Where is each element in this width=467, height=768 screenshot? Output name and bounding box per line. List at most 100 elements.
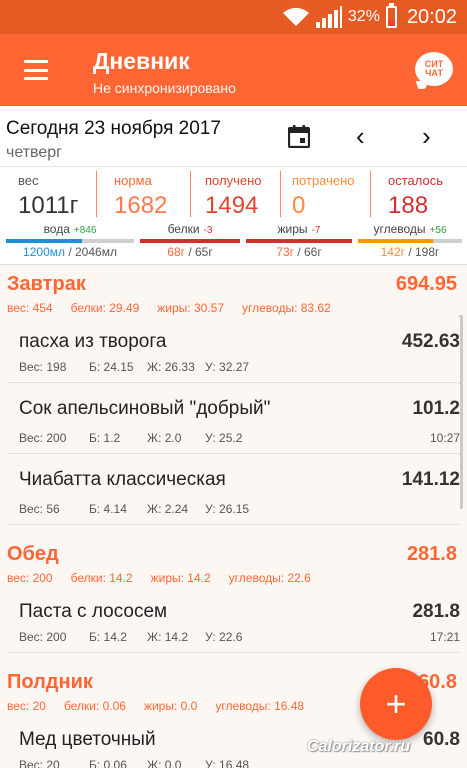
- food-name: Сок апельсиновый "добрый": [19, 398, 271, 419]
- food-name: пасха из творога: [19, 331, 167, 352]
- macros-summary: вода +846 1200мл / 2046мл белки -3 68г / 6…: [0, 222, 467, 264]
- food-protein: Б: 1.2: [89, 431, 121, 445]
- food-meta: Вес: 200 Б: 1.2 Ж: 2.0 У: 25.2: [19, 431, 242, 445]
- menu-icon[interactable]: [24, 60, 48, 80]
- meal-kcal: 694.95: [395, 273, 457, 295]
- food-weight: Вес: 200: [19, 630, 67, 644]
- divider: [96, 171, 97, 217]
- current-date[interactable]: Сегодня 23 ноября 2017: [6, 118, 221, 140]
- meal-protein: белки: 0.06: [63, 699, 126, 713]
- food-carbs: У: 26.15: [205, 502, 250, 516]
- wifi-icon: [282, 7, 309, 26]
- status-bar: 32% 20:02: [0, 0, 467, 34]
- calendar-icon[interactable]: [288, 124, 310, 148]
- meal-header-lunch[interactable]: Обед 281.8 вес: 200 белки: 14.2 жиры: 14.2…: [0, 535, 467, 585]
- food-item[interactable]: Сок апельсиновый "добрый" 101.2 Вес: 200…: [7, 384, 460, 454]
- macro-water-norm: / 2046мл: [65, 245, 117, 259]
- macro-water-label: вода: [43, 222, 70, 236]
- macro-fat[interactable]: жиры -7 73г / 66г: [246, 222, 352, 264]
- food-time: 10:27: [429, 431, 460, 445]
- meal-fat: жиры: 0.0: [143, 699, 198, 713]
- stat-weight: вес 1011г: [18, 173, 98, 225]
- date-selector: Сегодня 23 ноября 2017 четверг ‹ ›: [0, 106, 467, 166]
- stat-left: осталось 188: [388, 173, 467, 225]
- food-meta: Вес: 56 Б: 4.14 Ж: 2.24 У: 26.15: [19, 502, 249, 516]
- food-fat: Ж: 0.0: [147, 758, 182, 768]
- sync-status: Не синхронизировано: [93, 80, 236, 96]
- macro-fat-delta: -7: [311, 225, 321, 236]
- carbs-progress-bar: [358, 239, 462, 243]
- food-kcal: 281.8: [412, 601, 460, 622]
- food-fat: Ж: 2.24: [147, 502, 189, 516]
- prev-day-button[interactable]: ‹: [356, 123, 365, 149]
- meal-weight: вес: 20: [7, 699, 46, 713]
- meal-weight: вес: 454: [7, 301, 53, 315]
- chat-icon[interactable]: СИТ ЧАТ: [415, 52, 453, 86]
- meal-name: Полдник: [7, 671, 93, 693]
- meal-summary: вес: 200 белки: 14.2 жиры: 14.2 углеводы: 2…: [7, 571, 329, 585]
- meal-protein: белки: 14.2: [70, 571, 133, 585]
- food-time: 17:21: [429, 630, 460, 644]
- macro-protein-label: белки: [167, 222, 200, 236]
- food-meta: Вес: 200 Б: 14.2 Ж: 14.2 У: 22.6: [19, 630, 242, 644]
- macro-carbs[interactable]: углеводы +56 142г / 198г: [358, 222, 462, 264]
- food-meta: Вес: 198 Б: 24.15 Ж: 26.33 У: 32.27: [19, 360, 249, 374]
- food-item[interactable]: пасха из творога 452.63 Вес: 198 Б: 24.15…: [7, 317, 460, 383]
- food-weight: Вес: 200: [19, 431, 67, 445]
- food-item[interactable]: Чиабатта классическая 141.12 Вес: 56 Б: 4…: [7, 455, 460, 525]
- clock: 20:02: [406, 5, 457, 28]
- meal-protein: белки: 29.49: [70, 301, 140, 315]
- meal-carbs: углеводы: 22.6: [228, 571, 311, 585]
- stat-spent: потрачено 0: [292, 173, 372, 225]
- next-day-button[interactable]: ›: [422, 123, 431, 149]
- food-weight: Вес: 20: [19, 758, 60, 768]
- page-title: Дневник: [93, 48, 190, 74]
- food-name: Паста с лососем: [19, 601, 168, 622]
- divider: [190, 171, 191, 217]
- macro-protein-delta: -3: [203, 225, 213, 236]
- stat-weight-label: вес: [18, 173, 39, 188]
- stat-norm-value: 1682: [114, 192, 168, 219]
- signal-icon: [315, 6, 342, 28]
- food-protein: Б: 14.2: [89, 630, 127, 644]
- stat-spent-value: 0: [292, 192, 306, 219]
- food-carbs: У: 25.2: [205, 431, 243, 445]
- food-weight: Вес: 56: [19, 502, 60, 516]
- food-protein: Б: 0.06: [89, 758, 127, 768]
- stat-received: получено 1494: [205, 173, 290, 225]
- macro-water-value: 1200мл: [23, 245, 65, 259]
- divider: [370, 171, 371, 217]
- water-progress-bar: [6, 239, 134, 243]
- battery-icon: [385, 3, 397, 28]
- food-name: Мед цветочный: [19, 729, 156, 750]
- meal-name: Обед: [7, 543, 59, 565]
- macro-carbs-label: углеводы: [373, 222, 426, 236]
- food-fat: Ж: 26.33: [147, 360, 195, 374]
- macro-protein[interactable]: белки -3 68г / 65г: [140, 222, 240, 264]
- food-fat: Ж: 14.2: [147, 630, 189, 644]
- meal-carbs: углеводы: 16.48: [215, 699, 305, 713]
- meal-weight: вес: 200: [7, 571, 53, 585]
- add-food-button[interactable]: +: [360, 668, 432, 740]
- stat-left-label: осталось: [388, 173, 444, 188]
- food-kcal: 141.12: [401, 469, 460, 490]
- macro-water[interactable]: вода +846 1200мл / 2046мл: [6, 222, 134, 264]
- divider: [280, 171, 281, 217]
- battery-percent: 32%: [347, 8, 380, 25]
- macro-water-delta: +846: [73, 225, 97, 236]
- stat-received-value: 1494: [205, 192, 259, 219]
- food-kcal: 452.63: [401, 331, 460, 352]
- meal-summary: вес: 454 белки: 29.49 жиры: 30.57 углеводы:…: [7, 301, 349, 315]
- chat-icon-line2: ЧАТ: [425, 68, 443, 78]
- macro-fat-value: 73г: [276, 245, 294, 259]
- meal-summary: вес: 20 белки: 0.06 жиры: 0.0 углеводы: 16.…: [7, 699, 322, 713]
- meal-name: Завтрак: [7, 273, 86, 295]
- food-item[interactable]: Паста с лососем 281.8 Вес: 200 Б: 14.2 Ж: …: [7, 587, 460, 653]
- meal-header-breakfast[interactable]: Завтрак 694.95 вес: 454 белки: 29.49 жиры:…: [0, 265, 467, 315]
- app-bar: Дневник Не синхронизировано СИТ ЧАТ: [0, 34, 467, 106]
- meal-fat: жиры: 30.57: [157, 301, 225, 315]
- food-carbs: У: 16.48: [205, 758, 250, 768]
- macro-protein-value: 68г: [167, 245, 185, 259]
- food-kcal: 101.2: [412, 398, 460, 419]
- stat-norm-label: норма: [114, 173, 152, 188]
